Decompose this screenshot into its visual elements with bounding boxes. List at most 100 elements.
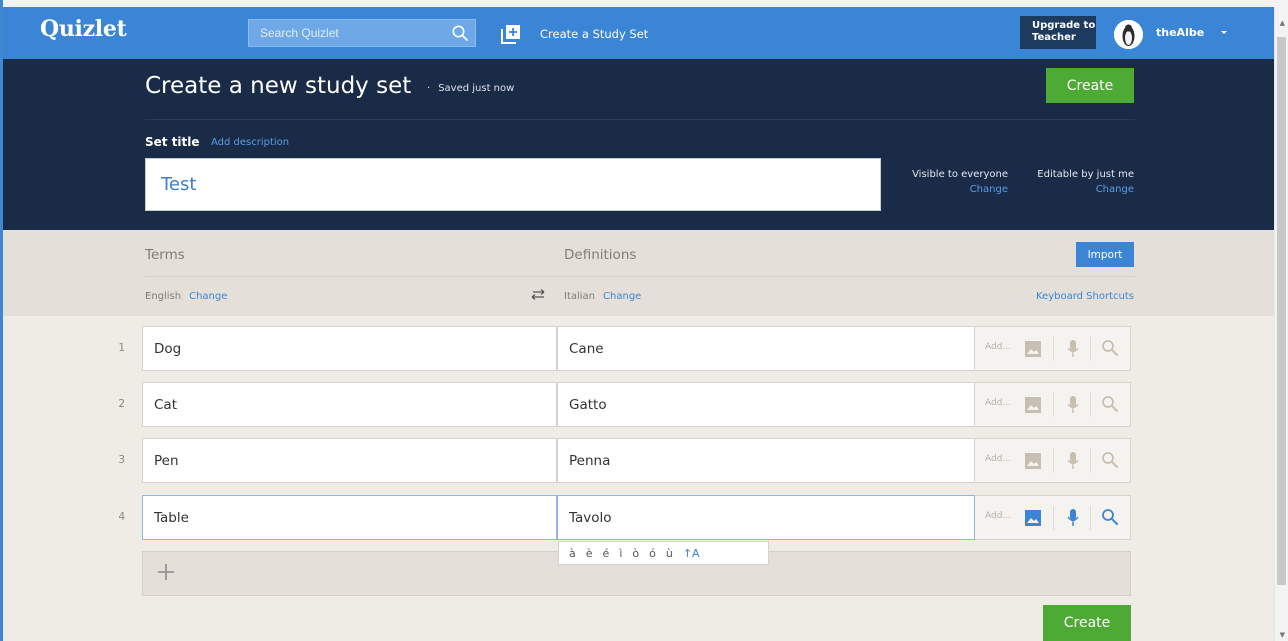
search-box[interactable] — [248, 19, 476, 47]
plus-icon — [158, 564, 174, 580]
set-title-field[interactable] — [145, 158, 881, 211]
add-media-label: Add... — [985, 398, 1012, 408]
row-number: 1 — [118, 342, 125, 354]
username[interactable]: theAlbe — [1156, 26, 1204, 39]
create-study-set-label: Create a Study Set — [540, 27, 649, 41]
set-details-header: Create a new study set · Saved just now C… — [3, 59, 1274, 230]
create-button-top[interactable]: Create — [1046, 68, 1134, 103]
penguin-avatar-icon — [1114, 20, 1143, 49]
upgrade-line-2: Teacher — [1032, 32, 1076, 43]
definition-field[interactable] — [557, 382, 975, 427]
search-input[interactable] — [249, 20, 439, 46]
term-language-name: English — [145, 291, 182, 302]
microphone-icon[interactable] — [1066, 339, 1080, 359]
term-field[interactable] — [142, 495, 557, 540]
set-title-input[interactable] — [146, 159, 880, 210]
terms-column-label: Terms — [145, 247, 185, 263]
definition-field[interactable] — [557, 438, 975, 483]
term-field[interactable] — [142, 382, 557, 427]
row-number: 2 — [118, 398, 125, 410]
browser-frame-top — [0, 0, 1288, 7]
add-media-label: Add... — [985, 511, 1012, 521]
term-input[interactable] — [143, 383, 556, 426]
definition-language-name: Italian — [564, 291, 596, 302]
scroll-down-arrow-icon[interactable]: ▼ — [1280, 631, 1285, 639]
editable-change-link[interactable]: Change — [1025, 184, 1134, 195]
editable-setting: Editable by just me Change — [1025, 169, 1134, 195]
search-icon[interactable] — [451, 24, 469, 42]
create-study-set-link[interactable]: Create a Study Set — [501, 20, 648, 48]
visibility-change-link[interactable]: Change — [898, 184, 1008, 195]
image-icon[interactable] — [1025, 510, 1041, 526]
editable-label: Editable by just me — [1037, 169, 1134, 180]
add-set-icon — [501, 25, 520, 44]
divider — [1090, 506, 1091, 530]
quizlet-logo[interactable]: Quizlet — [40, 16, 127, 42]
search-icon[interactable] — [1101, 339, 1119, 357]
term-field[interactable] — [142, 438, 557, 483]
definition-input[interactable] — [558, 327, 974, 370]
uppercase-toggle[interactable]: ↑A — [683, 547, 700, 560]
visibility-setting: Visible to everyone Change — [898, 169, 1008, 195]
upgrade-line-1: Upgrade to — [1032, 20, 1096, 31]
chevron-down-icon[interactable] — [1218, 26, 1230, 38]
divider — [145, 276, 1135, 277]
accent-key[interactable]: ù — [666, 547, 673, 560]
accent-key[interactable]: ó — [649, 547, 656, 560]
accent-key[interactable]: è — [586, 547, 593, 560]
page-scrollbar[interactable]: ▲ ▼ — [1274, 7, 1288, 641]
save-status-text: Saved just now — [438, 83, 515, 94]
accent-key[interactable]: é — [603, 547, 610, 560]
scroll-up-arrow-icon[interactable]: ▲ — [1280, 19, 1285, 27]
image-icon[interactable] — [1025, 341, 1041, 357]
term-input[interactable] — [143, 439, 556, 482]
divider — [1090, 449, 1091, 473]
term-input[interactable] — [143, 496, 556, 539]
visibility-label: Visible to everyone — [912, 169, 1008, 180]
definition-field[interactable] — [557, 326, 975, 371]
create-button-bottom[interactable]: Create — [1043, 605, 1131, 641]
add-media-label: Add... — [985, 342, 1012, 352]
add-media-label: Add... — [985, 454, 1012, 464]
card-tools: Add... — [975, 382, 1131, 427]
keyboard-shortcuts-link[interactable]: Keyboard Shortcuts — [1003, 291, 1134, 302]
definitions-column-label: Definitions — [564, 247, 637, 263]
term-field[interactable] — [142, 326, 557, 371]
term-language-change-link[interactable]: Change — [189, 291, 227, 302]
card-tools: Add... — [975, 495, 1131, 540]
term-input[interactable] — [143, 327, 556, 370]
divider — [1053, 506, 1054, 530]
definition-language-change-link[interactable]: Change — [603, 291, 641, 302]
swap-languages-icon[interactable] — [529, 288, 547, 302]
accent-key[interactable]: ò — [632, 547, 639, 560]
image-icon[interactable] — [1025, 453, 1041, 469]
definition-input[interactable] — [558, 439, 974, 482]
top-nav: Quizlet Create a Study Set Upgrade to Te… — [3, 7, 1274, 59]
search-icon[interactable] — [1101, 451, 1119, 469]
accent-key[interactable]: ì — [619, 547, 622, 560]
card-tools: Add... — [975, 438, 1131, 483]
search-icon[interactable] — [1101, 395, 1119, 413]
microphone-icon[interactable] — [1066, 451, 1080, 471]
definition-input[interactable] — [558, 383, 974, 426]
microphone-icon[interactable] — [1066, 508, 1080, 528]
card-tools: Add... — [975, 326, 1131, 371]
scrollbar-thumb[interactable] — [1277, 37, 1286, 585]
add-description-link[interactable]: Add description — [211, 137, 289, 148]
image-icon[interactable] — [1025, 397, 1041, 413]
row-number: 4 — [118, 511, 125, 523]
save-status: · Saved just now — [427, 83, 514, 94]
definition-language: Italian Change — [564, 291, 641, 302]
import-button[interactable]: Import — [1076, 242, 1134, 267]
row-number: 3 — [118, 454, 125, 466]
upgrade-to-teacher-button[interactable]: Upgrade to Teacher — [1020, 16, 1096, 49]
microphone-icon[interactable] — [1066, 395, 1080, 415]
accent-key[interactable]: à — [569, 547, 576, 560]
avatar[interactable] — [1114, 20, 1143, 49]
definition-field[interactable] — [557, 495, 975, 540]
definition-input[interactable] — [558, 496, 974, 539]
terms-header: Terms Definitions Import English Change I… — [3, 230, 1274, 316]
separator-dot: · — [427, 83, 431, 94]
divider — [1053, 337, 1054, 361]
search-icon[interactable] — [1101, 508, 1119, 526]
